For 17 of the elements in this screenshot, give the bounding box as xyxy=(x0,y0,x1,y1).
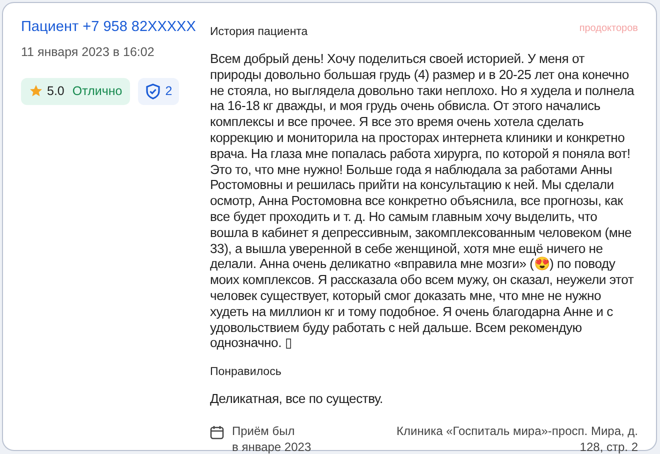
visit-date: в январе 2023 xyxy=(232,438,312,454)
visit-label: Приём был xyxy=(232,422,296,439)
brand-logo: продокторов xyxy=(579,22,638,36)
liked-text: Деликатная, все по существу. xyxy=(210,391,384,407)
author-name[interactable]: Пациент +7 958 82XXXXX xyxy=(21,18,196,37)
clinic-address[interactable]: Клиника «Госпиталь мира»-просп. Мира, д. 128, стр. 2 xyxy=(378,422,638,454)
star-icon xyxy=(29,84,43,98)
rating-label: Отлично xyxy=(72,82,122,100)
section-heading: Понравилось xyxy=(210,365,282,380)
section-heading: История пациента xyxy=(210,25,308,39)
review-text: Всем добрый день! Хочу поделиться своей историей. У меня от природы довольно большая грудь (4) размер и в 20-25 лет она конечно не стояла, но выглядела довольно таки неплохо. Но я худела и полнела на 16-18 кг дважды, и моя грудь очень обвисла. От этого начались комплексы и все прочее. Я все это время очень хотела сделать коррекцию и мониторила на просторах интернета клиники и конкретно врача. На глаза мне попалась работа хирурга, по которой я поняла вот! Это то, что мне нужно! Больше года я наблюдала за работами Анны Ростомовны и решилась прийти на консультацию к ней. Мы сделали осмотр, Анна Ростомовна все конкретно объяснила, все прогнозы, как все будет проходить и т. д. Но самым главным хочу выделить, что вошла в кабинет я депрессивным, закомплексованным человеком (мне 33), а вышла уверенной в себе женщиной, хотя мне ещё ничего не делали. Анна очень деликатно «вправила мне мозги» (😍) по поводу моих комплексов. Я рассказала обо всем мужу, он сказал, неужели этот человек существует, который смог доказать мне, что мне не нужно худеть на миллион кг и тому подобное. Я очень благодарна Анне и с удовольствием буду работать с ней дальше. Всем рекомендую однозначно. ▯ xyxy=(210,51,636,352)
rating-score: 5.0 xyxy=(47,82,64,100)
verified-count: 2 xyxy=(165,82,172,100)
verified-badge[interactable]: 2 xyxy=(138,78,180,104)
review-date: 11 января 2023 в 16:02 xyxy=(21,44,156,61)
shield-check-icon xyxy=(145,82,162,100)
calendar-icon xyxy=(210,424,224,440)
